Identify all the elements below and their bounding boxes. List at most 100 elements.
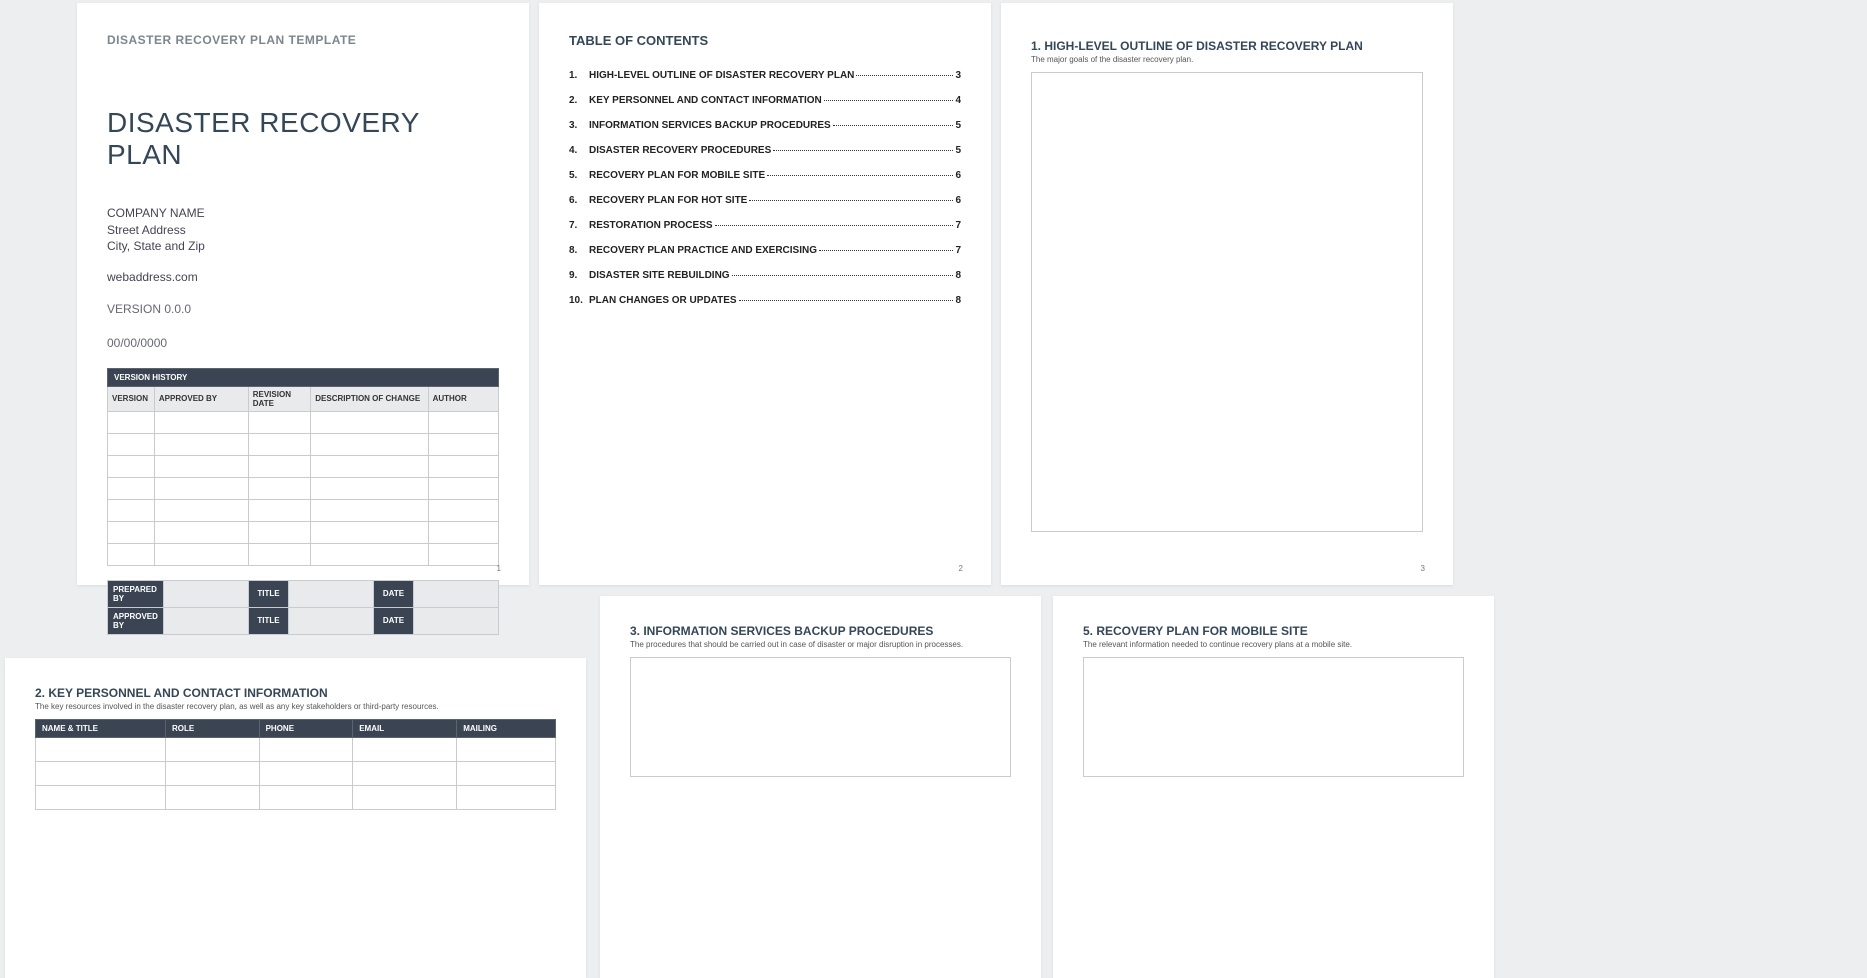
cell [259, 762, 353, 786]
cell [288, 607, 373, 634]
document-page-4: 2. KEY PERSONNEL AND CONTACT INFORMATION… [5, 658, 586, 978]
toc-dots [739, 300, 954, 301]
cell [353, 738, 457, 762]
cell [428, 455, 498, 477]
section-subtitle: The relevant information needed to conti… [1083, 640, 1464, 649]
toc-title: TABLE OF CONTENTS [569, 33, 961, 48]
toc-dots [767, 175, 953, 176]
toc-item-text: INFORMATION SERVICES BACKUP PROCEDURES [589, 120, 831, 131]
content-box [1031, 72, 1423, 532]
cell [248, 477, 311, 499]
toc-item-text: RECOVERY PLAN PRACTICE AND EXERCISING [589, 245, 817, 256]
toc-item-number: 1. [569, 70, 589, 81]
toc-item-text: KEY PERSONNEL AND CONTACT INFORMATION [589, 95, 822, 106]
toc-item-page: 6 [955, 170, 961, 181]
col-approved-by: APPROVED BY [154, 386, 248, 411]
date-text: 00/00/0000 [107, 336, 499, 350]
prepared-approved-table: PREPARED BY TITLE DATE APPROVED BY TITLE… [107, 580, 499, 635]
toc-dots [773, 150, 953, 151]
col-description: DESCRIPTION OF CHANGE [311, 386, 428, 411]
col-name-title: NAME & TITLE [36, 720, 166, 738]
cell [259, 738, 353, 762]
cell [311, 455, 428, 477]
content-box [630, 657, 1011, 777]
cell [428, 521, 498, 543]
label-date: DATE [373, 580, 413, 607]
toc-item-number: 6. [569, 195, 589, 206]
cell [428, 543, 498, 565]
cell [248, 499, 311, 521]
version-history-table: VERSION HISTORY VERSION APPROVED BY REVI… [107, 368, 499, 566]
toc-item-text: PLAN CHANGES OR UPDATES [589, 295, 737, 306]
toc-item-page: 5 [955, 120, 961, 131]
cell [248, 521, 311, 543]
cell [154, 499, 248, 521]
key-personnel-table: NAME & TITLE ROLE PHONE EMAIL MAILING [35, 719, 556, 810]
cell [108, 411, 155, 433]
toc-item-text: RESTORATION PROCESS [589, 220, 713, 231]
cell [154, 477, 248, 499]
document-page-6: 5. RECOVERY PLAN FOR MOBILE SITE The rel… [1053, 596, 1494, 978]
toc-item-number: 10. [569, 295, 589, 306]
toc-item-number: 9. [569, 270, 589, 281]
section-subtitle: The procedures that should be carried ou… [630, 640, 1011, 649]
cell [166, 786, 260, 810]
toc-item-page: 5 [955, 145, 961, 156]
toc-item: 8.RECOVERY PLAN PRACTICE AND EXERCISING7 [569, 245, 961, 256]
section-heading: 3. INFORMATION SERVICES BACKUP PROCEDURE… [630, 624, 1011, 638]
toc-item-page: 3 [955, 70, 961, 81]
cell [457, 738, 556, 762]
web-address: webaddress.com [107, 270, 499, 284]
toc-item: 4.DISASTER RECOVERY PROCEDURES 5 [569, 145, 961, 156]
cell [428, 499, 498, 521]
toc-item: 7.RESTORATION PROCESS7 [569, 220, 961, 231]
section-subtitle: The key resources involved in the disast… [35, 702, 556, 711]
toc-dots [856, 75, 953, 76]
cell [154, 521, 248, 543]
toc-dots [715, 225, 954, 226]
toc-item-text: DISASTER RECOVERY PROCEDURES [589, 145, 771, 156]
cell [154, 543, 248, 565]
cell [36, 786, 166, 810]
col-email: EMAIL [353, 720, 457, 738]
toc-dots [833, 125, 954, 126]
col-author: AUTHOR [428, 386, 498, 411]
cell [36, 738, 166, 762]
toc-item-text: HIGH-LEVEL OUTLINE OF DISASTER RECOVERY … [589, 70, 854, 81]
toc-item-number: 5. [569, 170, 589, 181]
toc-item: 3.INFORMATION SERVICES BACKUP PROCEDURES… [569, 120, 961, 131]
cell [108, 499, 155, 521]
cell [108, 433, 155, 455]
cell [259, 786, 353, 810]
document-page-2: TABLE OF CONTENTS 1.HIGH-LEVEL OUTLINE O… [539, 3, 991, 585]
toc-item-page: 8 [955, 295, 961, 306]
toc-dots [749, 200, 953, 201]
cell [36, 762, 166, 786]
toc-item: 1.HIGH-LEVEL OUTLINE OF DISASTER RECOVER… [569, 70, 961, 81]
toc-item-text: RECOVERY PLAN FOR MOBILE SITE [589, 170, 765, 181]
cell [353, 762, 457, 786]
street-address: Street Address [107, 222, 499, 238]
toc-item: 10.PLAN CHANGES OR UPDATES 8 [569, 295, 961, 306]
toc-item-text: RECOVERY PLAN FOR HOT SITE [589, 195, 747, 206]
cell [311, 543, 428, 565]
toc-item-number: 3. [569, 120, 589, 131]
cell [166, 762, 260, 786]
toc-item-page: 8 [955, 270, 961, 281]
document-page-1: DISASTER RECOVERY PLAN TEMPLATE DISASTER… [77, 3, 529, 585]
cell [248, 411, 311, 433]
col-revision-date: REVISION DATE [248, 386, 311, 411]
cell [428, 411, 498, 433]
cell [413, 580, 498, 607]
document-page-5: 3. INFORMATION SERVICES BACKUP PROCEDURE… [600, 596, 1041, 978]
cell [154, 411, 248, 433]
cell [428, 477, 498, 499]
cell [457, 762, 556, 786]
content-box [1083, 657, 1464, 777]
label-date: DATE [373, 607, 413, 634]
section-subtitle: The major goals of the disaster recovery… [1031, 55, 1423, 64]
cell [154, 433, 248, 455]
toc-item-number: 4. [569, 145, 589, 156]
version-text: VERSION 0.0.0 [107, 302, 499, 316]
document-page-3: 1. HIGH-LEVEL OUTLINE OF DISASTER RECOVE… [1001, 3, 1453, 585]
